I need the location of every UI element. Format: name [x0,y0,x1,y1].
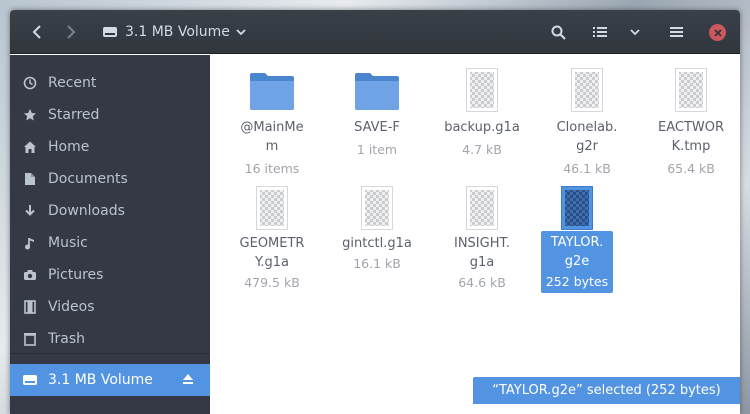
sidebar-item-label: Music [48,235,88,251]
file-name: @MainMe m [240,120,304,154]
location-button[interactable]: 3.1 MB Volume [96,18,252,46]
trash-icon [22,331,38,347]
file-info: 16 items [244,161,300,176]
file-name: EACTWOR K.tmp [657,120,724,154]
sidebar-item-label: Trash [48,331,85,347]
star-icon [22,107,38,123]
sidebar-separator [10,353,210,354]
sidebar-item-label: 3.1 MB Volume [48,372,153,388]
download-icon [22,203,38,219]
file-icon [430,186,534,230]
file-name: gintctl.g1a [342,236,412,251]
file-name: SAVE-F [354,120,400,135]
chevron-down-icon [630,29,640,36]
sidebar: Recent Starred Home Documents Downloads … [10,55,210,414]
back-button[interactable] [22,18,52,46]
forward-icon [67,25,76,39]
file-grid: @MainMe m 16 items SAVE-F 1 item backup.… [211,55,740,414]
file-icon [430,68,534,112]
folder-icon [220,71,324,111]
file-icon [639,68,740,112]
search-button[interactable] [543,18,573,46]
menu-icon [669,27,683,37]
file-info: 16.1 kB [353,256,401,271]
file-info: 64.6 kB [458,275,506,290]
sidebar-item-label: Documents [48,171,128,187]
drive-icon [22,372,38,388]
sidebar-item-starred[interactable]: Starred [10,99,210,131]
sidebar-item-label: Videos [48,299,95,315]
sidebar-item-music[interactable]: Music [10,227,210,259]
sidebar-item-volume[interactable]: 3.1 MB Volume [10,364,210,396]
sidebar-item-label: Downloads [48,203,125,219]
view-options-button[interactable] [620,18,650,46]
list-view-icon [593,27,607,37]
sidebar-item-label: Home [48,139,90,155]
drive-icon [103,27,117,37]
sidebar-item-trash[interactable]: Trash [10,323,210,355]
sidebar-item-videos[interactable]: Videos [10,291,210,323]
sidebar-item-label: Pictures [48,267,104,283]
search-icon [551,25,566,40]
file-name: GEOMETR Y.g1a [239,236,305,270]
menu-button[interactable] [661,18,691,46]
clock-icon [22,75,38,91]
file-info: 4.7 kB [462,142,502,157]
close-icon [713,28,722,37]
file-icon [325,186,429,230]
sidebar-item-downloads[interactable]: Downloads [10,195,210,227]
back-icon [32,25,41,39]
music-icon [22,235,38,251]
file-name: Clonelab. g2r [556,120,618,154]
home-icon [22,139,38,155]
file-info: 65.4 kB [667,161,715,176]
file-icon [220,186,324,230]
location-label: 3.1 MB Volume [125,24,230,40]
sidebar-item-documents[interactable]: Documents [10,163,210,195]
folder-icon [325,71,429,111]
eject-icon[interactable] [182,373,194,389]
camera-icon [22,267,38,283]
selection-status: “TAYLOR.g2e” selected (252 bytes) [473,377,740,404]
file-name: backup.g1a [444,120,520,135]
file-info: 1 item [356,142,398,157]
sidebar-item-recent[interactable]: Recent [10,67,210,99]
file-name: TAYLOR. g2e [550,235,604,269]
sidebar-item-pictures[interactable]: Pictures [10,259,210,291]
file-info: 479.5 kB [244,275,300,290]
file-icon [525,186,629,230]
film-icon [22,299,38,315]
file-name: INSIGHT. g1a [453,236,511,270]
sidebar-item-label: Starred [48,107,100,123]
file-icon [535,68,639,112]
file-info: 252 bytes [545,274,609,289]
view-mode-button[interactable] [585,18,615,46]
chevron-down-icon [236,29,246,36]
sidebar-item-home[interactable]: Home [10,131,210,163]
header-bar: 3.1 MB Volume [10,10,740,54]
document-icon [22,171,38,187]
forward-button[interactable] [56,18,86,46]
sidebar-item-label: Recent [48,75,97,91]
file-manager-window: 3.1 MB Volume Recent Starred Home Docume… [10,10,740,414]
file-info: 46.1 kB [563,161,611,176]
close-button[interactable] [709,24,726,41]
